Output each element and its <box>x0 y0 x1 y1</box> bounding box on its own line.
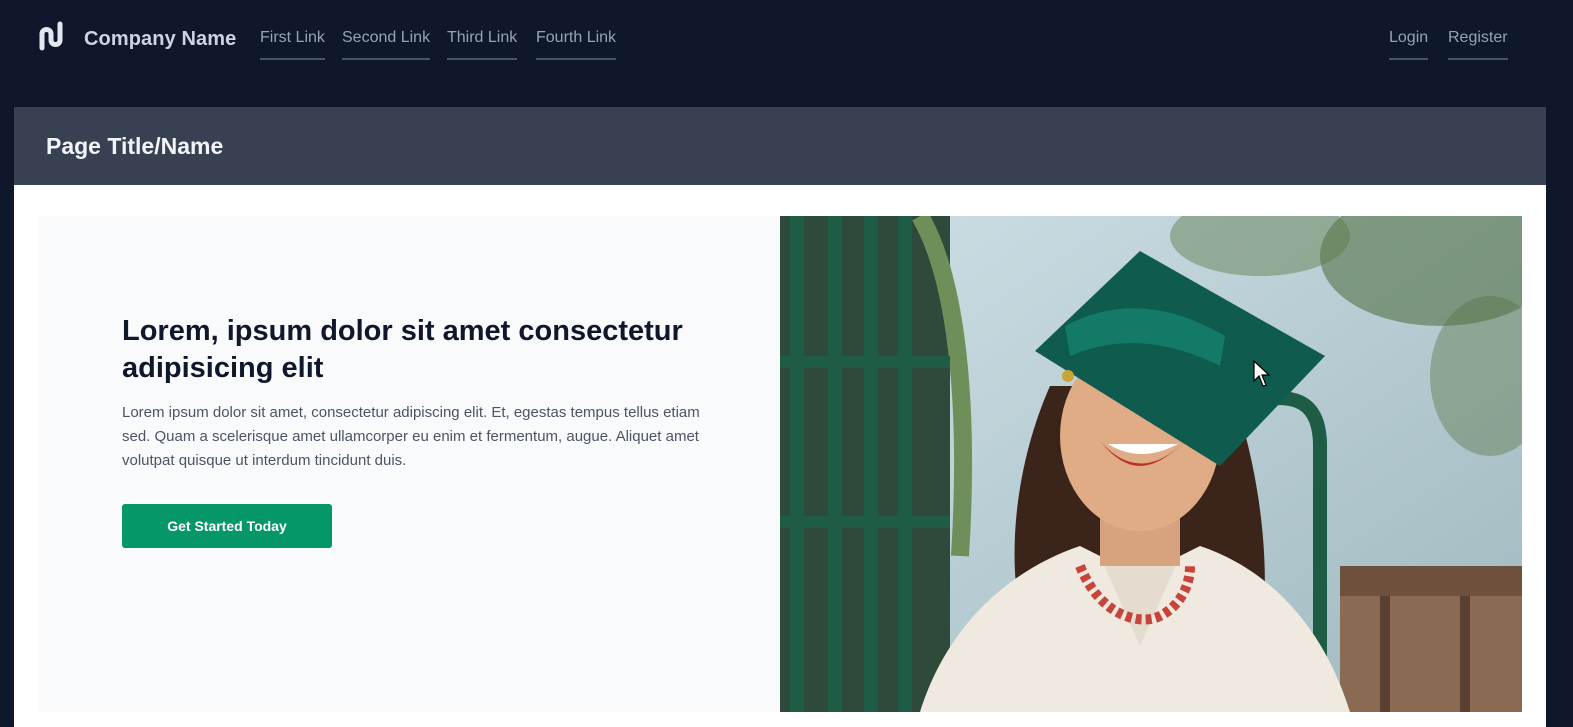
main-content: Lorem, ipsum dolor sit amet consectetur … <box>14 185 1546 727</box>
nav-link-fourth[interactable]: Fourth Link <box>536 29 617 60</box>
nav-link-first[interactable]: First Link <box>260 29 325 60</box>
login-link[interactable]: Login <box>1389 29 1429 60</box>
hero-heading: Lorem, ipsum dolor sit amet consectetur … <box>122 315 683 384</box>
page-title-bar: Page Title/Name <box>14 107 1546 185</box>
page-title: Page Title/Name <box>46 133 224 159</box>
get-started-button[interactable]: Get Started Today <box>122 504 332 548</box>
hero-text-panel: Lorem, ipsum dolor sit amet consectetur … <box>38 216 780 712</box>
top-navbar: Company Name First Link Second Link Thir… <box>0 0 1573 107</box>
nav-link-second[interactable]: Second Link <box>342 29 431 60</box>
register-link[interactable]: Register <box>1448 29 1508 60</box>
nav-link-third[interactable]: Third Link <box>447 29 518 60</box>
company-name[interactable]: Company Name <box>84 28 236 51</box>
hero-description: Lorem ipsum dolor sit amet, consectetur … <box>122 404 700 469</box>
mouse-cursor-icon <box>1253 360 1271 387</box>
graduate-photo <box>780 216 1522 712</box>
logo-icon[interactable] <box>38 20 68 52</box>
graduate-photo-illustration <box>780 216 1522 712</box>
